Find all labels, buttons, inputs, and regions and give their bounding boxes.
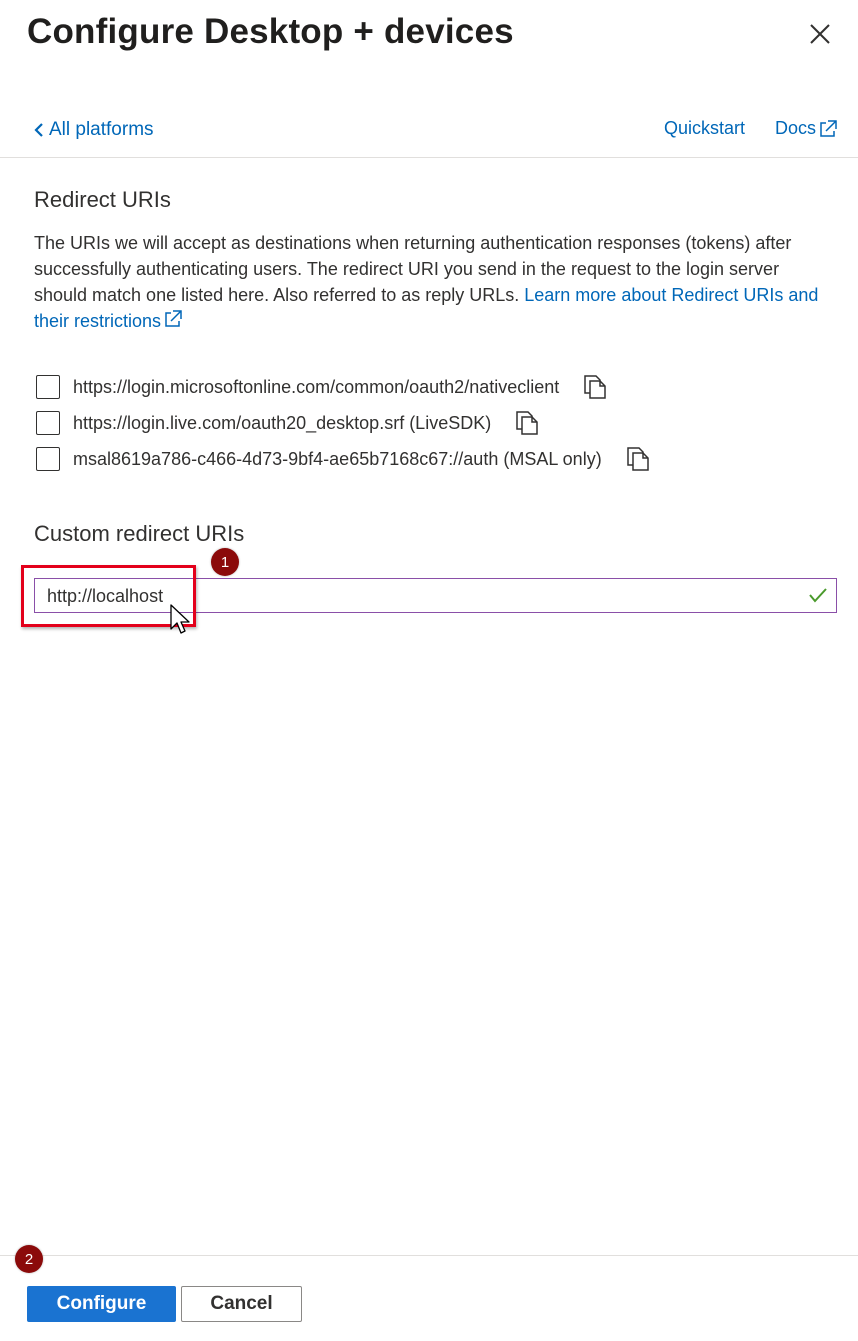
redirect-uri-label: https://login.microsoftonline.com/common…	[73, 376, 560, 397]
redirect-uri-checkbox[interactable]	[36, 411, 60, 435]
redirect-uris-heading: Redirect URIs	[34, 187, 171, 212]
chevron-left-icon	[34, 123, 43, 137]
redirect-uri-option: https://login.microsoftonline.com/common…	[36, 374, 607, 400]
all-platforms-link[interactable]: All platforms	[34, 119, 154, 141]
docs-link[interactable]: Docs	[775, 118, 838, 139]
copy-icon	[626, 447, 649, 471]
cancel-button[interactable]: Cancel	[181, 1286, 302, 1322]
step-badge-2: 2	[15, 1245, 43, 1273]
mouse-pointer-icon	[170, 604, 190, 634]
copy-button[interactable]	[626, 446, 650, 472]
redirect-uris-description: The URIs we will accept as destinations …	[34, 230, 834, 334]
all-platforms-label: All platforms	[49, 119, 154, 140]
redirect-uri-checkbox[interactable]	[36, 375, 60, 399]
docs-label: Docs	[775, 118, 817, 138]
close-icon	[810, 24, 830, 44]
external-link-icon	[165, 310, 182, 327]
panel-title: Configure Desktop + devices	[27, 12, 514, 51]
configure-button[interactable]: Configure	[27, 1286, 176, 1322]
copy-button[interactable]	[583, 374, 607, 400]
header-divider	[0, 157, 858, 158]
valid-check-icon	[809, 588, 827, 603]
copy-button[interactable]	[515, 410, 539, 436]
redirect-uri-label: msal8619a786-c466-4d73-9bf4-ae65b7168c67…	[73, 448, 602, 469]
copy-icon	[584, 375, 606, 399]
redirect-uri-option: msal8619a786-c466-4d73-9bf4-ae65b7168c67…	[36, 446, 650, 472]
redirect-uri-checkbox[interactable]	[36, 447, 60, 471]
quickstart-link[interactable]: Quickstart	[664, 118, 745, 139]
external-link-icon	[820, 119, 837, 137]
step-badge-1: 1	[211, 548, 239, 576]
footer-divider	[0, 1255, 858, 1256]
custom-redirect-uris-heading: Custom redirect URIs	[34, 521, 245, 546]
redirect-uri-option: https://login.live.com/oauth20_desktop.s…	[36, 410, 539, 436]
close-button[interactable]	[806, 20, 834, 48]
redirect-uri-label: https://login.live.com/oauth20_desktop.s…	[73, 412, 492, 433]
copy-icon	[516, 411, 538, 435]
